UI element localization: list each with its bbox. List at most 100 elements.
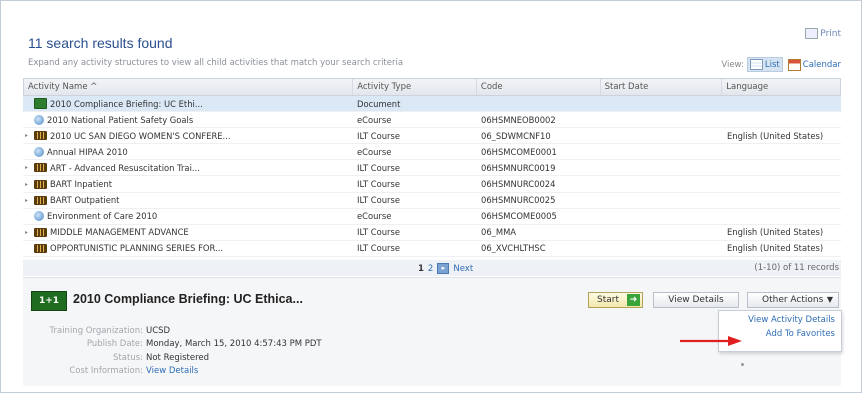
cell-code: 06HSMCOME0001: [481, 146, 557, 157]
field-status: Status: Not Registered: [113, 352, 210, 363]
cell-code: 06HSMNURC0019: [481, 162, 556, 173]
cell-activity-name[interactable]: ▸ MIDDLE MANAGEMENT ADVANCE: [23, 227, 353, 237]
results-title: 11 search results found: [28, 35, 173, 51]
activity-title: 2010 Compliance Briefing: UC Ethica...: [73, 292, 303, 306]
print-link[interactable]: Print: [805, 28, 841, 39]
cell-language: English (United States): [727, 243, 824, 254]
table-row[interactable]: OPPORTUNISTIC PLANNING SERIES FOR... ILT …: [23, 241, 841, 257]
table-row[interactable]: ▸ 2010 UC SAN DIEGO WOMEN'S CONFERE... ILT…: [23, 128, 841, 145]
cell-activity-name[interactable]: 2010 Compliance Briefing: UC Ethi...: [23, 98, 353, 110]
search-results-panel: Print 11 search results found Expand any…: [0, 0, 862, 393]
table-row[interactable]: 2010 National Patient Safety Goals eCours…: [23, 112, 841, 129]
next-arrow-icon[interactable]: ▸: [437, 263, 450, 274]
calendar-view-button[interactable]: Calendar: [786, 58, 843, 72]
cell-activity-type: eCourse: [357, 146, 392, 157]
calendar-icon: [787, 58, 801, 71]
ecourse-icon: [34, 211, 44, 222]
table-row[interactable]: ▸ BART Inpatient ILT Course 06HSMNURC0024: [23, 176, 841, 193]
cell-activity-type: ILT Course: [357, 179, 400, 190]
list-icon: [749, 59, 763, 70]
page-1-link[interactable]: 1: [418, 264, 424, 274]
cell-activity-type: eCourse: [357, 114, 392, 125]
activity-name-link[interactable]: BART Inpatient: [50, 179, 112, 189]
start-button[interactable]: Start ➜: [588, 292, 643, 308]
cell-activity-type: ILT Course: [357, 243, 400, 254]
table-row[interactable]: ▸ ART - Advanced Resuscitation Trai... ILT…: [23, 160, 841, 177]
cell-activity-name[interactable]: 2010 National Patient Safety Goals: [23, 114, 353, 125]
ecourse-icon: [34, 114, 44, 125]
activity-name-link[interactable]: OPPORTUNISTIC PLANNING SERIES FOR...: [50, 243, 223, 253]
cell-code: 06_SDWMCNF10: [481, 130, 551, 141]
ecourse-icon: [34, 146, 44, 157]
chevron-down-icon: ▼: [826, 295, 833, 304]
cell-code: 06HSMNURC0024: [481, 179, 556, 190]
expand-icon[interactable]: ▸: [25, 229, 31, 236]
cell-activity-name[interactable]: ▸ ART - Advanced Resuscitation Trai...: [23, 163, 353, 173]
cell-activity-name[interactable]: OPPORTUNISTIC PLANNING SERIES FOR...: [23, 243, 353, 253]
table-row[interactable]: ▸ MIDDLE MANAGEMENT ADVANCE ILT Course 06_M…: [23, 225, 841, 241]
expand-icon[interactable]: ▸: [25, 181, 31, 188]
cell-activity-type: ILT Course: [357, 162, 400, 173]
page-2-link[interactable]: 2: [428, 264, 433, 274]
activity-fields: Training Organization: UCSD Publish Date…: [23, 324, 322, 378]
column-header-language[interactable]: Language: [722, 79, 840, 95]
table-row[interactable]: ▸ BART Outpatient ILT Course 06HSMNURC0025: [23, 193, 841, 209]
expand-icon[interactable]: ▸: [25, 132, 31, 139]
next-page-link[interactable]: Next: [453, 264, 473, 274]
cell-activity-type: ILT Course: [357, 227, 400, 238]
cell-language: English (United States): [727, 227, 824, 238]
activity-name-link[interactable]: BART Outpatient: [50, 195, 119, 205]
cell-activity-name[interactable]: ▸ BART Outpatient: [23, 195, 353, 205]
printer-icon: [805, 28, 819, 39]
cell-code: 06_MMA: [481, 227, 517, 238]
pagination-bar: 1 2 ▸ Next (1-10) of 11 records: [23, 260, 841, 276]
activity-name-link[interactable]: Annual HIPAA 2010: [47, 147, 128, 157]
expand-icon[interactable]: ▸: [25, 197, 31, 204]
column-header-code[interactable]: Code: [477, 79, 601, 95]
results-table: Activity Name ^ Activity Type Code Start…: [23, 78, 841, 257]
cell-activity-name[interactable]: Annual HIPAA 2010: [23, 146, 353, 157]
view-details-button[interactable]: View Details: [653, 292, 739, 308]
ilt-course-icon: [34, 131, 47, 141]
ilt-course-icon: [34, 243, 47, 253]
activity-name-link[interactable]: ART - Advanced Resuscitation Trai...: [50, 163, 200, 173]
annotation-arrow-icon: [680, 336, 742, 346]
activity-name-link[interactable]: 2010 UC SAN DIEGO WOMEN'S CONFERE...: [50, 131, 231, 141]
cell-activity-type: eCourse: [357, 211, 392, 222]
divider-dot: [741, 363, 744, 366]
table-row[interactable]: 2010 Compliance Briefing: UC Ethi... Docu…: [23, 96, 841, 113]
menu-item-view-activity-details[interactable]: View Activity Details: [719, 311, 841, 325]
column-header-activity-name[interactable]: Activity Name ^: [24, 79, 354, 95]
cell-code: 06_XVCHLTHSC: [481, 243, 546, 254]
cell-code: 06HSMCOME0005: [481, 211, 557, 222]
activity-name-link[interactable]: MIDDLE MANAGEMENT ADVANCE: [50, 227, 189, 237]
table-row[interactable]: Annual HIPAA 2010 eCourse 06HSMCOME0001: [23, 144, 841, 161]
ilt-course-icon: [34, 163, 47, 173]
field-cost-information: Cost Information: View Details: [69, 366, 199, 377]
cell-activity-name[interactable]: ▸ BART Inpatient: [23, 179, 353, 189]
column-header-activity-type[interactable]: Activity Type: [353, 79, 477, 95]
activity-name-link[interactable]: 2010 National Patient Safety Goals: [47, 115, 193, 125]
expand-icon[interactable]: ▸: [25, 164, 31, 171]
cell-activity-name[interactable]: Environment of Care 2010: [23, 211, 353, 222]
results-subtitle: Expand any activity structures to view a…: [28, 58, 404, 68]
other-actions-button[interactable]: Other Actions ▼: [747, 292, 839, 308]
table-row[interactable]: Environment of Care 2010 eCourse 06HSMCOME…: [23, 209, 841, 225]
activity-name-link[interactable]: Environment of Care 2010: [47, 211, 157, 221]
table-header: Activity Name ^ Activity Type Code Start…: [23, 78, 841, 96]
cell-activity-type: ILT Course: [357, 195, 400, 206]
activity-name-link[interactable]: 2010 Compliance Briefing: UC Ethi...: [50, 99, 203, 109]
list-view-button[interactable]: List: [746, 57, 783, 72]
field-publish-date: Publish Date: Monday, March 15, 2010 4:5…: [86, 339, 322, 350]
arrow-right-icon: ➜: [627, 294, 640, 306]
pagination: 1 2 ▸ Next: [418, 263, 473, 274]
record-count: (1-10) of 11 records: [754, 263, 839, 273]
cost-view-details-link[interactable]: View Details: [146, 366, 198, 376]
column-header-start-date[interactable]: Start Date: [601, 79, 723, 95]
view-label: View:: [721, 59, 744, 70]
cell-activity-name[interactable]: ▸ 2010 UC SAN DIEGO WOMEN'S CONFERE...: [23, 131, 353, 141]
view-switcher: View: List Calendar: [721, 57, 843, 72]
activity-detail-panel: 1+1 2010 Compliance Briefing: UC Ethica.…: [23, 277, 842, 386]
field-training-organization: Training Organization: UCSD: [49, 325, 171, 336]
document-activity-icon: 1+1: [31, 291, 67, 311]
